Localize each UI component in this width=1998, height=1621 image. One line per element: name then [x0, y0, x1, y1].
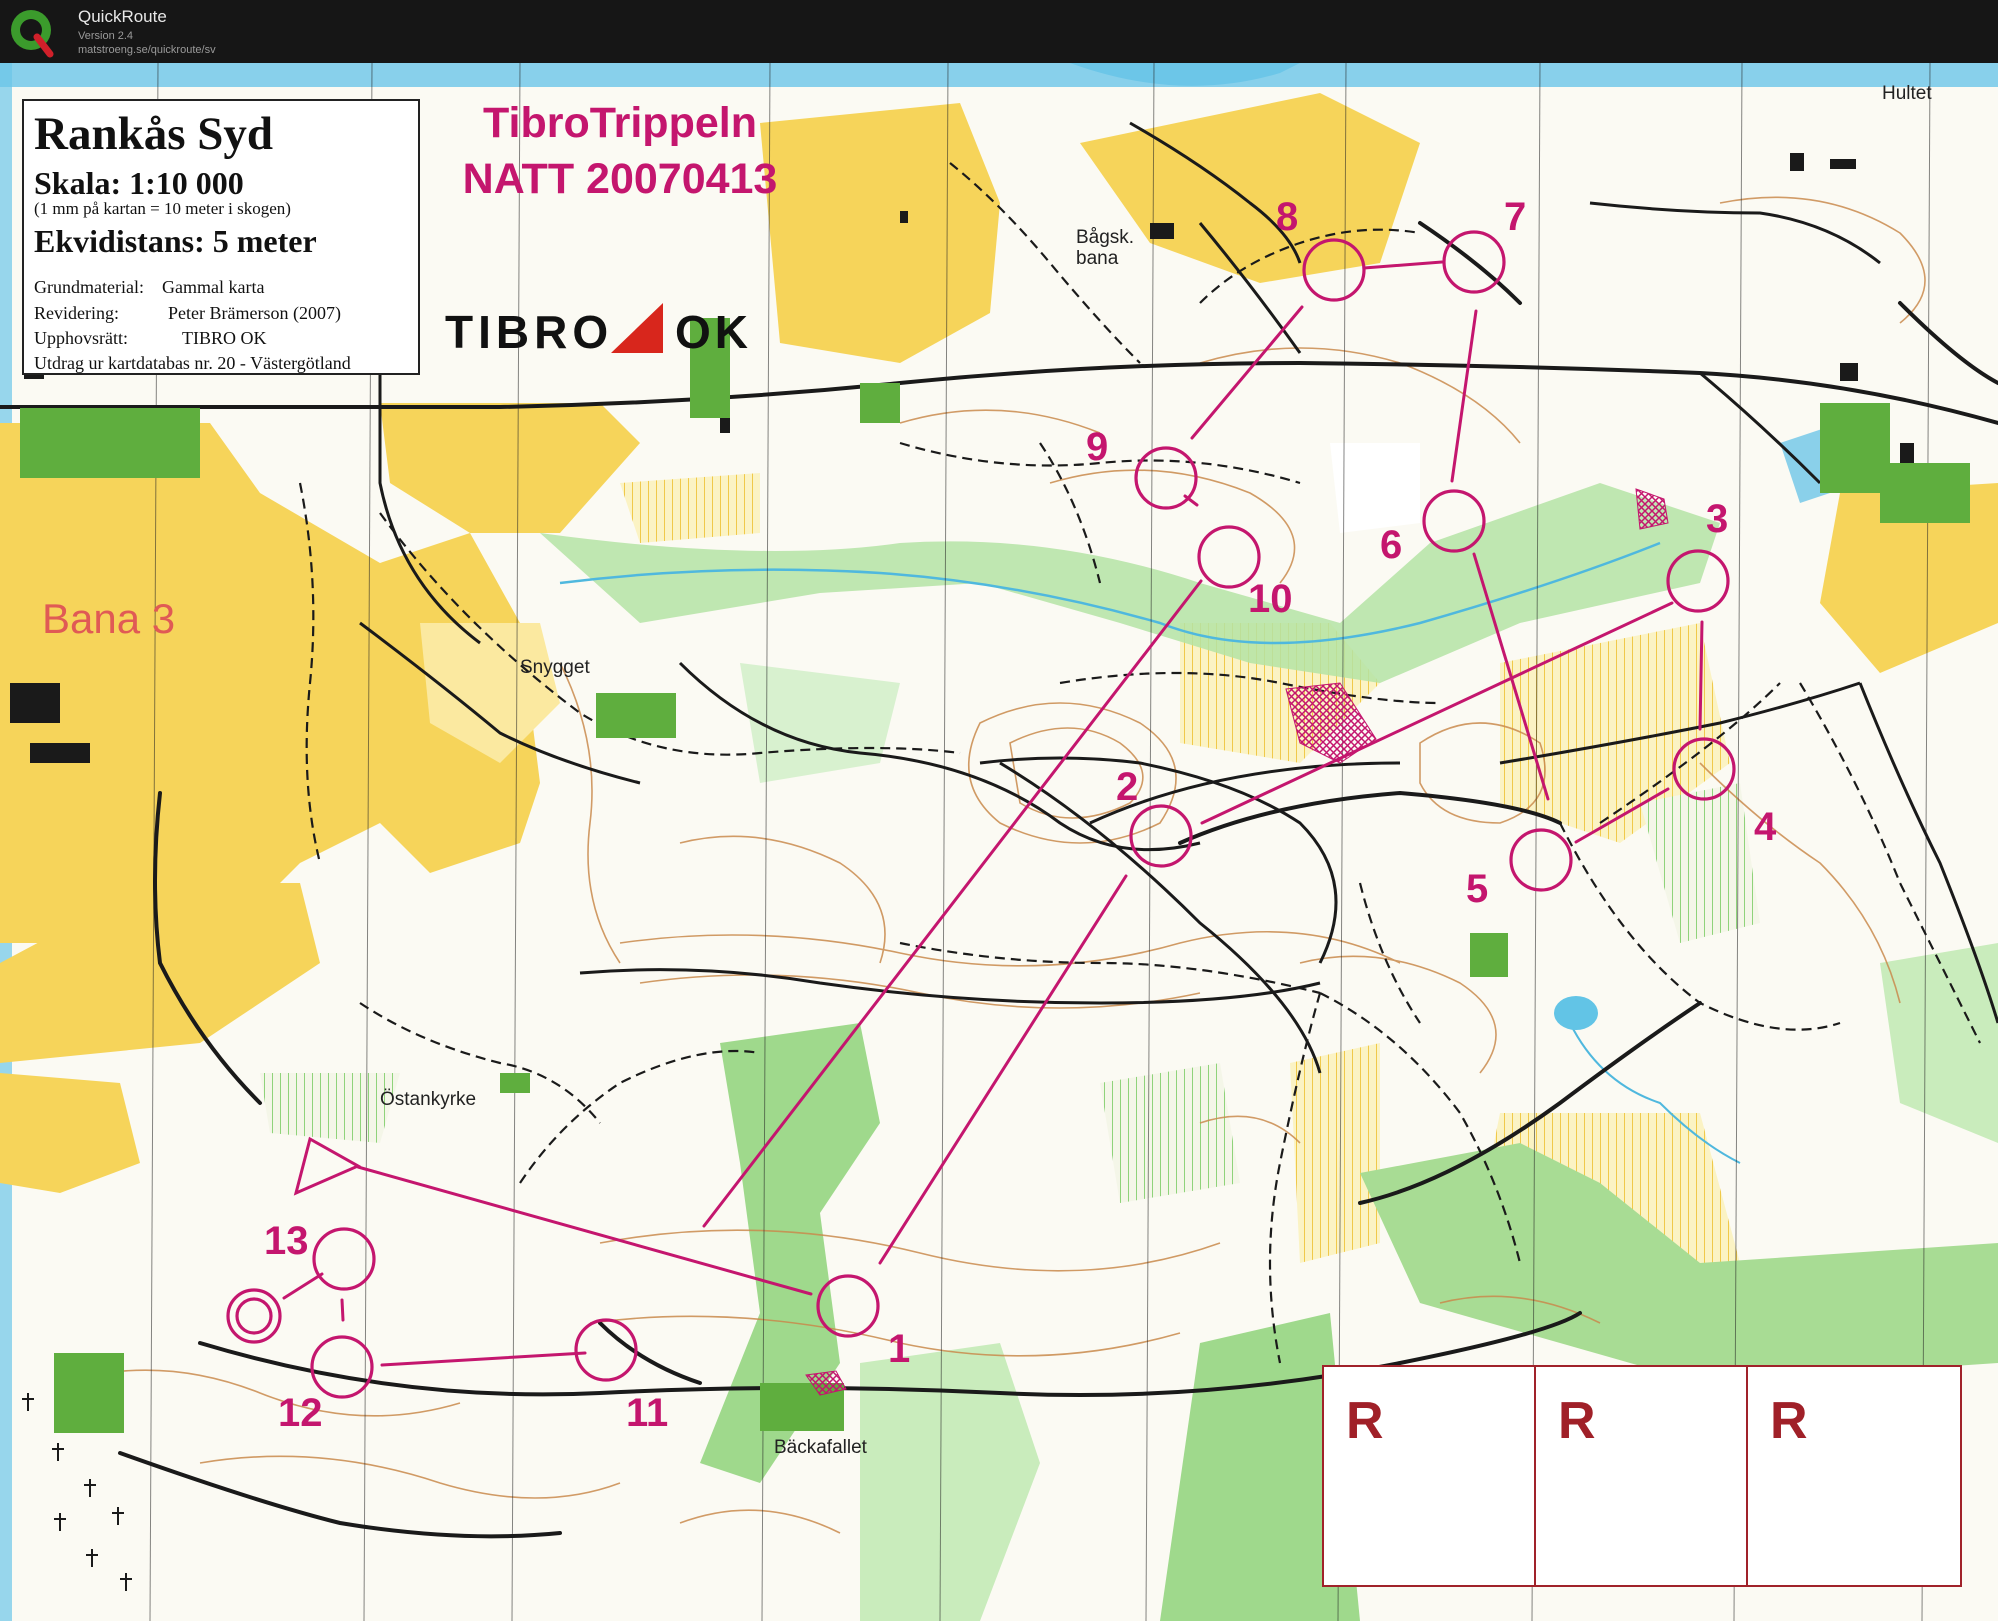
- event-name: TibroTrippeln: [483, 99, 757, 147]
- scale-note: (1 mm på kartan = 10 meter i skogen): [34, 199, 291, 218]
- app-title: QuickRoute: [78, 7, 167, 26]
- title-bar: QuickRoute Version 2.4 matstroeng.se/qui…: [0, 0, 1998, 63]
- place-name: Bågsk.: [1076, 227, 1135, 248]
- control-number-7: 7: [1504, 195, 1527, 239]
- quickroute-logo-icon: [11, 10, 54, 58]
- control-number-5: 5: [1466, 867, 1489, 911]
- contour-interval: Ekvidistans: 5 meter: [34, 223, 317, 259]
- restricted-box: R: [1536, 1367, 1748, 1585]
- control-number-12: 12: [278, 1391, 323, 1435]
- club-logo-mark-icon: [611, 303, 663, 353]
- club-logo-text-right: OK: [675, 306, 752, 358]
- map-legend-box: Rankås Syd Skala: 1:10 000 (1 mm på kart…: [22, 99, 420, 375]
- restricted-boxes: R R R: [1322, 1365, 1962, 1587]
- legend-row: Revidering: Peter Brämerson (2007): [34, 303, 341, 324]
- control-number-11: 11: [626, 1391, 669, 1435]
- restricted-box-label: R: [1770, 1392, 1808, 1450]
- legend-row-label: Upphovsrätt:: [34, 328, 128, 348]
- control-number-10: 10: [1248, 577, 1293, 621]
- app-version: Version 2.4: [78, 30, 134, 42]
- event-date: NATT 20070413: [462, 155, 778, 203]
- course-label: Bana 3: [42, 595, 176, 642]
- legend-row-value: Gammal karta: [162, 277, 265, 297]
- legend-row: Grundmaterial: Gammal karta: [34, 277, 264, 298]
- club-logo-text-left: TIBRO: [445, 306, 614, 358]
- restricted-box-label: R: [1346, 1392, 1384, 1450]
- place-name: Bäckafallet: [774, 1437, 867, 1458]
- place-name: bana: [1076, 248, 1119, 269]
- restricted-box: R: [1324, 1367, 1536, 1585]
- app-url: matstroeng.se/quickroute/sv: [78, 44, 216, 56]
- place-name: Östankyrke: [380, 1089, 477, 1110]
- legend-row-label: Revidering:: [34, 303, 119, 323]
- control-number-8: 8: [1276, 195, 1299, 239]
- control-number-2: 2: [1116, 765, 1139, 809]
- control-number-13: 13: [264, 1219, 309, 1263]
- map-name: Rankås Syd: [34, 108, 274, 160]
- control-number-3: 3: [1706, 497, 1729, 541]
- legend-row-value: TIBRO OK: [182, 328, 267, 348]
- control-number-1: 1: [888, 1327, 911, 1371]
- legend-row-value: Peter Brämerson (2007): [168, 303, 341, 323]
- club-logo: TIBRO OK: [445, 299, 765, 358]
- restricted-box-label: R: [1558, 1392, 1596, 1450]
- restricted-box: R: [1748, 1367, 1960, 1585]
- control-number-6: 6: [1380, 523, 1403, 567]
- legend-row-label: Utdrag ur kartdatabas nr. 20 - Västergöt…: [34, 353, 351, 373]
- orienteering-map[interactable]: Rankås Syd Skala: 1:10 000 (1 mm på kart…: [0, 63, 1998, 1621]
- control-number-4: 4: [1754, 805, 1777, 849]
- control-number-9: 9: [1086, 425, 1109, 469]
- map-scale: Skala: 1:10 000: [34, 165, 244, 201]
- legend-row-label: Grundmaterial:: [34, 277, 144, 297]
- place-name: Snygget: [520, 657, 590, 678]
- legend-row: Utdrag ur kartdatabas nr. 20 - Västergöt…: [34, 353, 351, 374]
- legend-row: Upphovsrätt: TIBRO OK: [34, 328, 267, 349]
- place-name: Hultet: [1882, 83, 1932, 104]
